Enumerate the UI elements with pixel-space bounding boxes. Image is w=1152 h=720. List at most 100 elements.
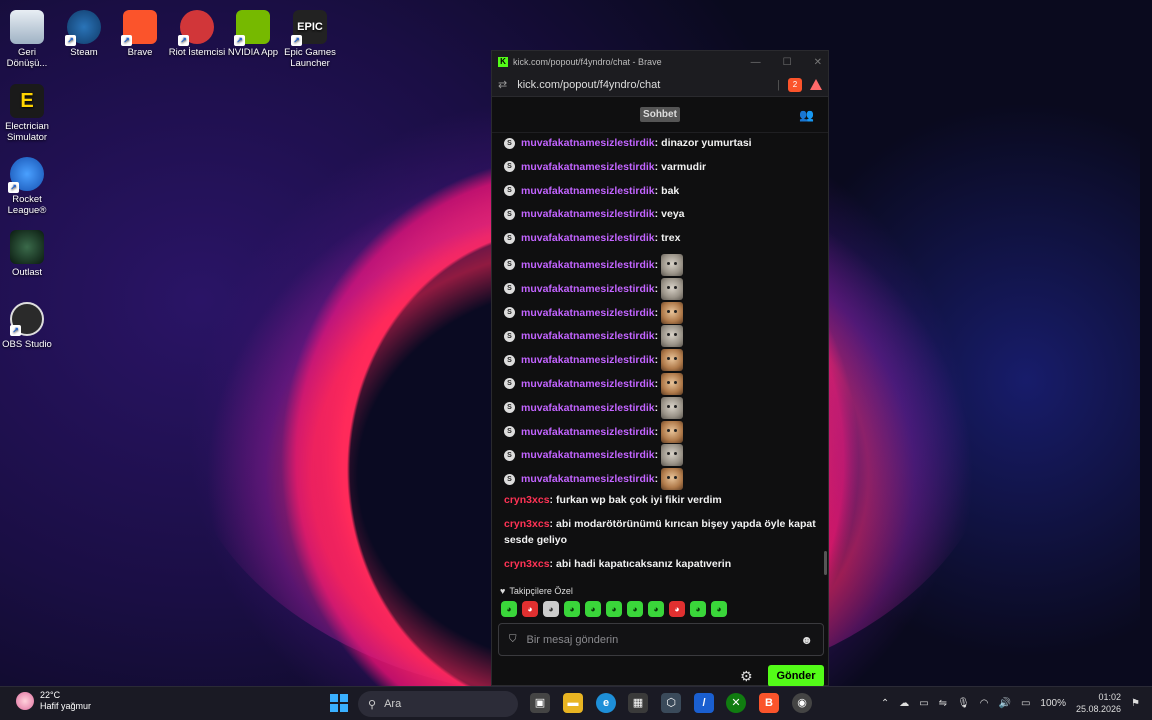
cat-emote-icon <box>661 372 684 395</box>
chat-separator: : <box>654 401 659 414</box>
chat-message-input[interactable] <box>526 633 801 646</box>
desktop-icon-electrician-simulator[interactable]: E Electrician Simulator <box>0 84 59 143</box>
microphone-icon[interactable]: 🎙 <box>957 698 970 709</box>
site-settings-icon[interactable]: ⇄ <box>498 78 507 91</box>
green-emote-icon[interactable]: ◕ <box>627 601 643 617</box>
chat-username[interactable]: muvafakatnamesizlestirdik <box>521 352 655 368</box>
notification-icon[interactable]: ⚑ <box>1131 698 1140 709</box>
desktop-icon-riot[interactable]: ↗ Riot İstemcisi <box>165 10 229 58</box>
close-icon[interactable]: ✕ <box>814 57 822 68</box>
xbox-icon[interactable]: ✕ <box>726 693 746 713</box>
desktop-icon-epic-games[interactable]: EPIC ↗ Epic Games Launcher <box>278 10 342 69</box>
maximize-icon[interactable]: ☐ <box>783 57 792 68</box>
green-emote-icon[interactable]: ◕ <box>711 601 727 617</box>
brave-rewards-icon[interactable] <box>810 79 822 90</box>
chat-username[interactable]: muvafakatnamesizlestirdik <box>521 257 655 273</box>
desktop-icon-obs[interactable]: ↗ OBS Studio <box>0 302 59 350</box>
chat-input-box[interactable]: ⛉ ☻ <box>498 623 824 656</box>
desktop-icon-nvidia[interactable]: ↗ NVIDIA App <box>221 10 285 58</box>
wifi-icon[interactable]: ◠ <box>980 698 989 709</box>
chat-message-text: varmudir <box>661 160 707 173</box>
green-emote-icon[interactable]: ◕ <box>690 601 706 617</box>
url-divider: | <box>777 78 780 91</box>
chat-message-text: veya <box>661 208 685 221</box>
window-title: kick.com/popout/f4yndro/chat - Brave <box>513 57 662 67</box>
subscriber-badge-icon: S <box>504 208 515 220</box>
chat-message: Smuvafakatnamesizlestirdik: <box>504 301 818 324</box>
chat-message: Smuvafakatnamesizlestirdik: <box>504 372 818 395</box>
desktop-icon-recycle-bin[interactable]: Geri Dönüşü... <box>0 10 59 69</box>
chat-message: Smuvafakatnamesizlestirdik: <box>504 325 818 348</box>
grey-emote-icon[interactable]: ◕ <box>543 601 559 617</box>
minimize-icon[interactable]: — <box>751 57 761 68</box>
chat-settings-gear-icon[interactable]: ⚙ <box>740 668 753 685</box>
chat-separator: : <box>654 232 659 245</box>
chat-message: cryn3xcs: abi hadi kapatıcaksanız kapatıv… <box>504 556 818 572</box>
edge-icon[interactable]: e <box>596 693 616 713</box>
chat-username[interactable]: muvafakatnamesizlestirdik <box>521 159 655 175</box>
chevron-up-icon[interactable]: ⌃ <box>881 698 889 709</box>
subscriber-badge-icon: S <box>504 185 515 197</box>
monitor-icon[interactable]: ▭ <box>919 698 928 709</box>
store-icon[interactable]: ▦ <box>628 693 648 713</box>
green-emote-icon[interactable]: ◕ <box>606 601 622 617</box>
chat-username[interactable]: muvafakatnamesizlestirdik <box>521 376 655 392</box>
chat-separator: : <box>654 160 659 173</box>
chat-username[interactable]: muvafakatnamesizlestirdik <box>521 328 655 344</box>
volume-icon[interactable]: 🔊 <box>999 698 1011 709</box>
chat-username[interactable]: muvafakatnamesizlestirdik <box>521 135 655 151</box>
chat-username[interactable]: cryn3xcs <box>504 518 550 530</box>
weather-widget[interactable]: 22°C Hafif yağmur <box>16 690 91 712</box>
chat-message: Smuvafakatnamesizlestirdik: dinazor yumur… <box>504 135 818 151</box>
subscriber-badge-icon: S <box>504 354 515 366</box>
green-emote-icon[interactable]: ◕ <box>585 601 601 617</box>
emoji-picker-icon[interactable]: ☻ <box>800 633 813 647</box>
chat-username[interactable]: muvafakatnamesizlestirdik <box>521 400 655 416</box>
brave-shield-icon[interactable]: 2 <box>788 77 802 92</box>
brave-taskbar-icon[interactable]: B <box>759 693 779 713</box>
desktop-icon-outlast[interactable]: Outlast <box>0 230 59 278</box>
chat-username[interactable]: muvafakatnamesizlestirdik <box>521 281 655 297</box>
chat-username[interactable]: muvafakatnamesizlestirdik <box>521 305 655 321</box>
usb-icon[interactable]: ⇋ <box>939 698 947 709</box>
taskbar-search[interactable]: ⚲ Ara <box>358 691 518 717</box>
obs-taskbar-icon[interactable]: ◉ <box>792 693 812 713</box>
chat-username[interactable]: cryn3xcs <box>504 494 550 506</box>
chat-scrollbar[interactable] <box>824 551 827 575</box>
chat-message: cryn3xcs: furkan wp bak çok iyi fikir ver… <box>504 492 818 508</box>
chat-username[interactable]: muvafakatnamesizlestirdik <box>521 183 655 199</box>
red-emote-icon[interactable]: ◕ <box>522 601 538 617</box>
chat-username[interactable]: muvafakatnamesizlestirdik <box>521 447 655 463</box>
users-icon[interactable]: 👥 <box>799 108 814 122</box>
url-bar[interactable]: ⇄ kick.com/popout/f4yndro/chat | 2 <box>492 73 828 97</box>
battery-icon[interactable]: ▭ <box>1021 698 1030 709</box>
steam-taskbar-icon[interactable]: ⬡ <box>661 693 681 713</box>
green-emote-icon[interactable]: ◕ <box>564 601 580 617</box>
desktop-icon-steam[interactable]: ↗ Steam <box>52 10 116 58</box>
send-button[interactable]: Gönder <box>768 665 824 687</box>
chat-username[interactable]: muvafakatnamesizlestirdik <box>521 230 655 246</box>
green-emote-icon[interactable]: ◕ <box>648 601 664 617</box>
start-button-icon[interactable] <box>330 694 348 712</box>
chat-username[interactable]: muvafakatnamesizlestirdik <box>521 471 655 487</box>
green-emote-icon[interactable]: ◕ <box>501 601 517 617</box>
chat-username[interactable]: cryn3xcs <box>504 558 550 570</box>
cloud-icon[interactable]: ☁ <box>899 698 909 709</box>
desktop-icon-brave[interactable]: ↗ Brave <box>108 10 172 58</box>
subscriber-badge-icon: S <box>504 307 515 319</box>
chat-username[interactable]: muvafakatnamesizlestirdik <box>521 424 655 440</box>
desktop-icon-rocket-league[interactable]: ↗ Rocket League® <box>0 157 59 216</box>
chat-username[interactable]: muvafakatnamesizlestirdik <box>521 206 655 222</box>
follower-only-text: Takipçilere Özel <box>509 586 573 596</box>
cat-emote-icon <box>661 301 684 324</box>
cat-emote-icon <box>661 468 684 491</box>
vscode-icon[interactable]: / <box>694 693 714 713</box>
chat-message-text: bak <box>661 184 680 197</box>
file-explorer-icon[interactable]: ▬ <box>563 693 583 713</box>
url-text[interactable]: kick.com/popout/f4yndro/chat <box>517 79 660 91</box>
red-emote-icon[interactable]: ◕ <box>669 601 685 617</box>
subscriber-badge-icon: S <box>504 283 515 295</box>
task-view-icon[interactable]: ▣ <box>530 693 550 713</box>
clock[interactable]: 01:02 25.08.2026 <box>1076 691 1121 715</box>
chat-message: Smuvafakatnamesizlestirdik: <box>504 396 818 419</box>
